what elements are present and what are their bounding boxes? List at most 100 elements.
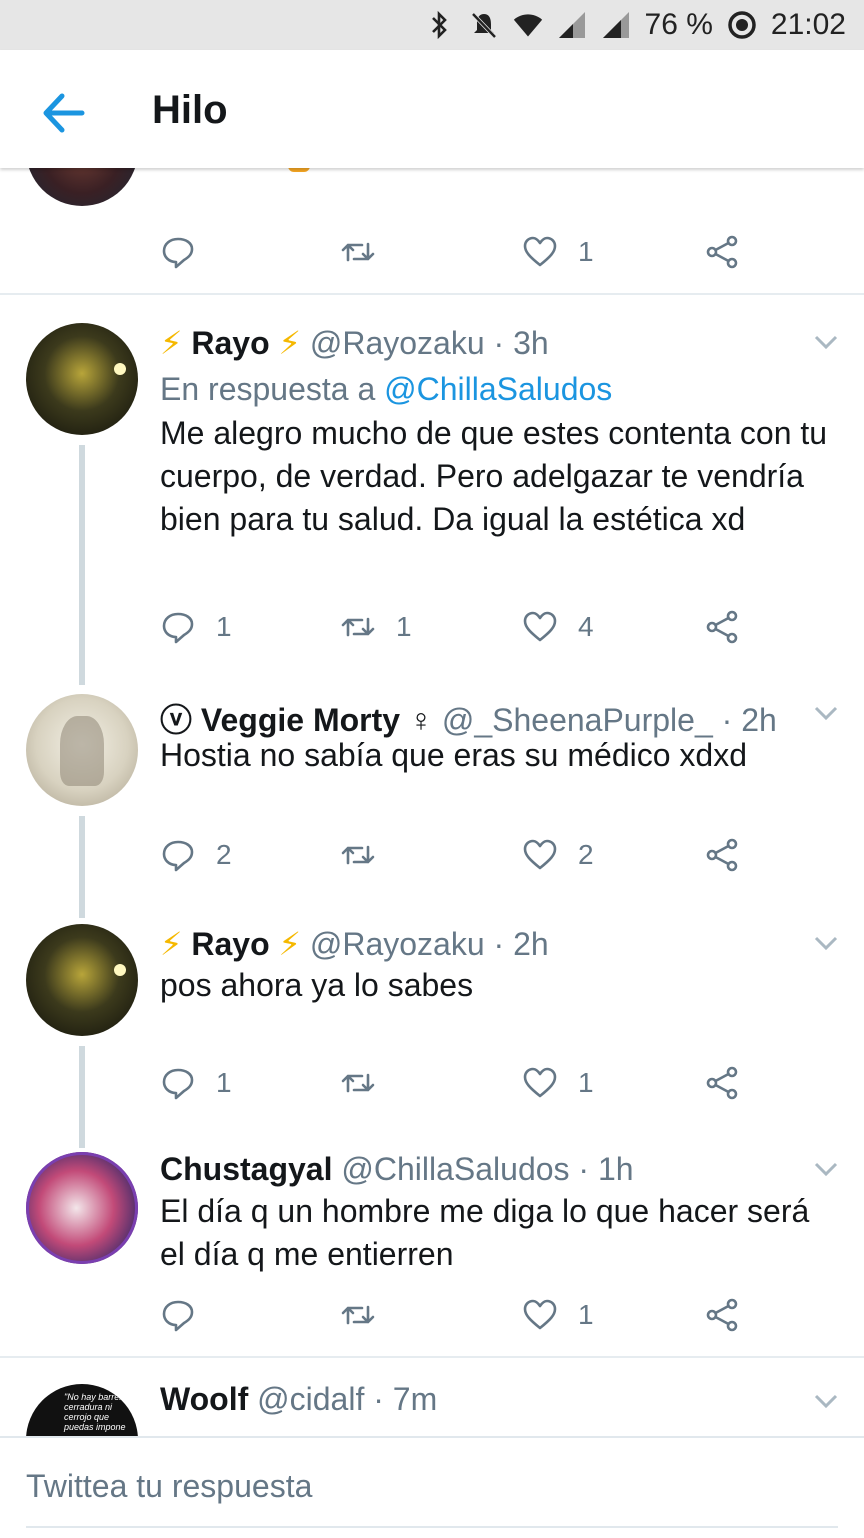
status-bar: 76 % 21:02 (0, 0, 864, 50)
tweet-text: Me alegro mucho de que estes contenta co… (160, 415, 828, 537)
app-bar: Hilo (0, 50, 864, 168)
retweet-button[interactable] (340, 835, 396, 875)
share-icon (706, 1066, 738, 1100)
user-name[interactable]: Rayo (191, 325, 269, 361)
reply-icon (162, 1068, 194, 1100)
share-button[interactable] (704, 1295, 740, 1335)
lightning-emoji: ⚡ (278, 926, 301, 962)
battery-level: 76 % (644, 8, 713, 41)
retweet-icon (341, 242, 375, 262)
share-icon (706, 610, 738, 644)
chevron-down-icon[interactable] (814, 704, 838, 722)
tweet-actions: 1 (160, 232, 760, 272)
reply-context: En respuesta a @ChillaSaludos (160, 371, 612, 408)
reply-button[interactable]: 2 (160, 835, 232, 875)
like-count: 4 (578, 611, 594, 642)
tweet-time: · 2h (721, 702, 777, 738)
reply-count: 1 (216, 1067, 232, 1098)
retweet-button[interactable] (340, 1295, 396, 1335)
chevron-down-icon[interactable] (814, 1160, 838, 1178)
retweet-icon (341, 845, 375, 865)
avatar[interactable]: "No hay barrera, cerradura ni cerrojo qu… (26, 1384, 138, 1436)
reply-button[interactable]: 1 (160, 607, 232, 647)
user-handle[interactable]: @Rayozaku (310, 926, 485, 962)
user-name[interactable]: Woolf (160, 1381, 248, 1417)
reply-button[interactable]: 1 (160, 1063, 232, 1103)
retweet-count: 1 (396, 611, 412, 642)
tweet-actions: 1 1 4 (160, 607, 760, 647)
female-symbol: ♀ (408, 702, 433, 738)
user-name[interactable]: Rayo (191, 926, 269, 962)
tweet-actions: 1 1 (160, 1063, 760, 1103)
back-arrow-icon[interactable] (38, 88, 88, 138)
avatar[interactable] (26, 1152, 138, 1264)
share-button[interactable] (704, 232, 740, 272)
tweet-time: · 3h (493, 325, 549, 361)
user-handle[interactable]: @cidalf (257, 1381, 364, 1417)
reply-composer[interactable]: Twittea tu respuesta (0, 1436, 864, 1538)
thread-line (79, 445, 85, 685)
avatar[interactable] (26, 323, 138, 435)
share-icon (706, 838, 738, 872)
divider (0, 1356, 864, 1358)
reply-mention[interactable]: @ChillaSaludos (384, 371, 612, 407)
notifications-off-icon (469, 10, 499, 40)
share-button[interactable] (704, 835, 740, 875)
share-button[interactable] (704, 607, 740, 647)
like-button[interactable]: 1 (522, 232, 594, 272)
avatar[interactable] (26, 924, 138, 1036)
heart-icon (523, 839, 557, 870)
thread-line (79, 1046, 85, 1148)
like-button[interactable]: 1 (522, 1063, 594, 1103)
input-underline (26, 1526, 838, 1528)
clock: 21:02 (770, 8, 846, 41)
chevron-down-icon[interactable] (814, 333, 838, 351)
heart-icon (523, 236, 557, 267)
heart-icon (523, 1067, 557, 1098)
tweet-text: Hostia no sabía que eras su médico xdxd (160, 737, 747, 773)
retweet-button[interactable]: 1 (340, 607, 412, 647)
like-button[interactable]: 4 (522, 607, 594, 647)
reply-icon (162, 612, 194, 644)
tweet-time: · 2h (493, 926, 549, 962)
like-count: 1 (578, 1299, 594, 1330)
thread-line (79, 816, 85, 918)
reply-button[interactable] (160, 1295, 216, 1335)
reply-button[interactable] (160, 232, 196, 272)
emoji-fragment (288, 168, 310, 172)
user-handle[interactable]: @Rayozaku (310, 325, 485, 361)
heart-icon (523, 1299, 557, 1330)
share-button[interactable] (704, 1063, 740, 1103)
retweet-icon (341, 1073, 375, 1093)
chevron-down-icon[interactable] (814, 934, 838, 952)
user-handle[interactable]: @ChillaSaludos (341, 1151, 569, 1187)
battery-icon (727, 10, 757, 40)
like-button[interactable]: 2 (522, 835, 594, 875)
user-handle[interactable]: @_SheenaPurple_ (442, 702, 713, 738)
retweet-button[interactable] (340, 1063, 396, 1103)
like-count: 1 (578, 236, 594, 267)
chevron-down-icon[interactable] (814, 1392, 838, 1410)
share-icon (706, 1298, 738, 1332)
reply-prefix: En respuesta a (160, 371, 376, 407)
reply-input[interactable]: Twittea tu respuesta (26, 1468, 312, 1505)
signal-icon (601, 10, 631, 40)
reply-icon (162, 1300, 194, 1332)
user-name[interactable]: Veggie Morty (201, 702, 400, 738)
tweet-header: ⚡ Rayo ⚡ @Rayozaku · 2h (160, 925, 549, 963)
avatar-quote: "No hay barrera, cerradura ni cerrojo qu… (64, 1392, 130, 1432)
lightning-emoji: ⚡ (160, 926, 183, 962)
user-name[interactable]: Chustagyal (160, 1151, 332, 1187)
lightning-emoji: ⚡ (160, 325, 183, 361)
like-button[interactable]: 1 (522, 1295, 594, 1335)
retweet-button[interactable] (340, 232, 376, 272)
like-count: 1 (578, 1067, 594, 1098)
tweet-time: · 7m (373, 1381, 438, 1417)
wifi-icon (513, 10, 543, 40)
reply-icon (162, 237, 194, 269)
avatar[interactable] (26, 168, 138, 206)
page-title: Hilo (152, 88, 228, 132)
avatar[interactable] (26, 694, 138, 806)
tweet-actions: 1 (160, 1295, 760, 1335)
thread-feed[interactable]: 1 ⚡ Rayo ⚡ @Rayozaku · 3h En respuesta a… (0, 168, 864, 1436)
